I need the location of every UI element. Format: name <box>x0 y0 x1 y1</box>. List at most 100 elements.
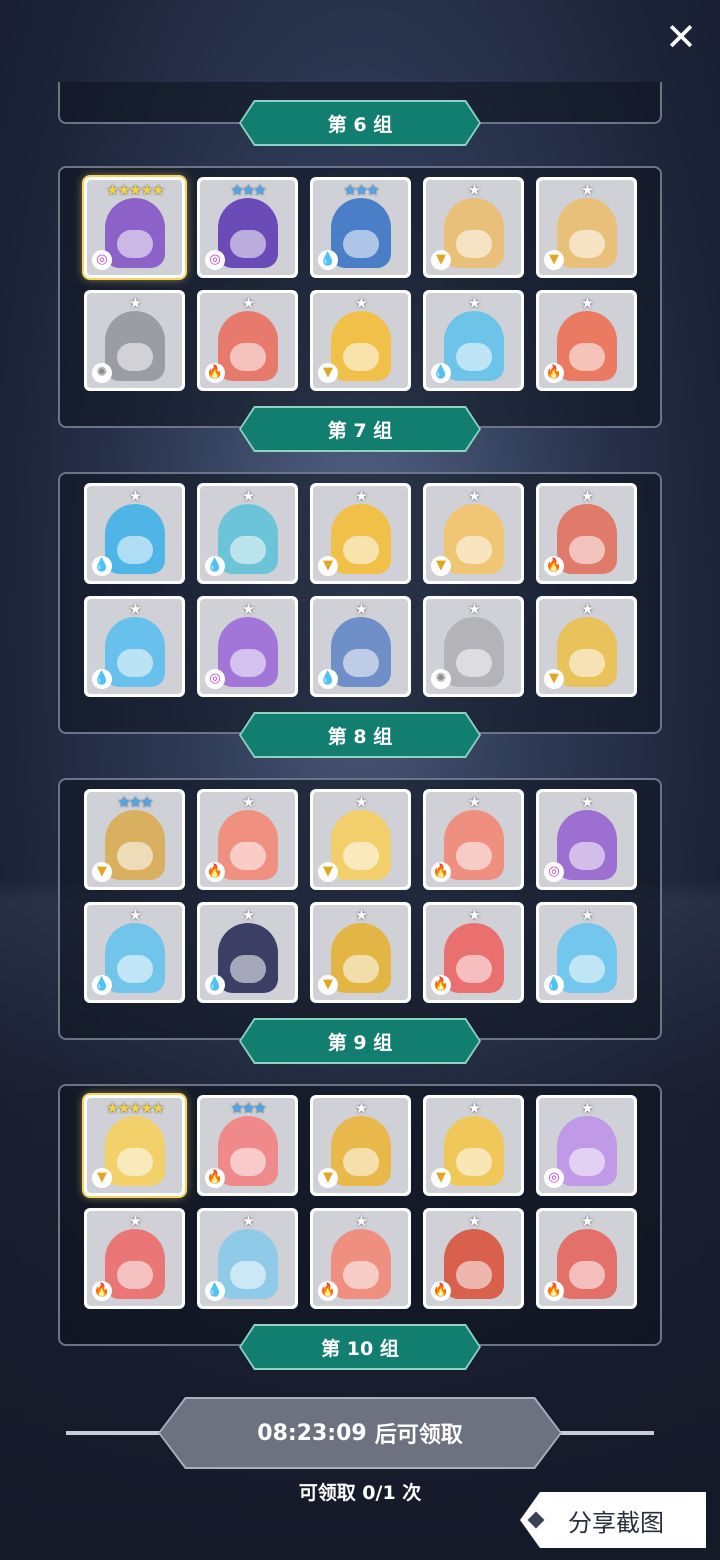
star-rating-icon: ★ <box>467 1099 481 1117</box>
hero-card[interactable]: ★ 💧 <box>84 483 185 584</box>
hero-card[interactable]: ★ 🔥 <box>536 483 637 584</box>
wind-element-icon: ▼ <box>431 250 451 270</box>
hero-card[interactable]: ★ 💧 <box>310 596 411 697</box>
hero-face <box>456 536 492 564</box>
hero-face <box>230 842 266 870</box>
star-rating-icon: ★ <box>580 906 594 924</box>
group-label-banner: 第 9 组 <box>241 1020 479 1062</box>
group-label-banner: 第 10 组 <box>241 1326 479 1368</box>
hero-card[interactable]: ★ ▼ <box>310 902 411 1003</box>
dark-element-icon: ◎ <box>92 250 112 270</box>
fire-element-icon: 🔥 <box>205 1168 225 1188</box>
close-icon[interactable]: ✕ <box>658 14 704 60</box>
hero-face <box>117 230 153 258</box>
hero-portrait-frame: ★ 🔥 <box>200 293 295 388</box>
claim-timer-button[interactable]: 08:23:09 后可领取 <box>160 1399 560 1467</box>
star-rating-icon: ★★★★★ <box>105 1099 165 1117</box>
hero-card[interactable]: ★★★ ▼ <box>84 789 185 890</box>
share-screenshot-button[interactable]: 分享截图 <box>520 1492 706 1548</box>
hero-face <box>117 1148 153 1176</box>
hero-card[interactable]: ★ 🔥 <box>197 789 298 890</box>
star-rating-icon: ★ <box>241 294 255 312</box>
hero-card[interactable]: ★ ◎ <box>197 596 298 697</box>
hero-card[interactable]: ★ ◎ <box>536 789 637 890</box>
hero-face <box>569 343 605 371</box>
hero-card[interactable]: ★ ✺ <box>423 596 524 697</box>
hero-portrait-frame: ★ 💧 <box>87 905 182 1000</box>
hero-card[interactable]: ★ 🔥 <box>423 902 524 1003</box>
hero-face <box>343 1148 379 1176</box>
hero-portrait-frame: ★ ▼ <box>313 905 408 1000</box>
hero-group-list[interactable]: 第 6 组 ★★★★★ ◎ ★★★ ◎ ★★★ 💧 ★ ▼ ★ ▼ ★ ✺ ★ 🔥 ★ ▼ ★ 💧 ★ 🔥 第 7 组 ★… <box>0 82 720 1376</box>
hero-portrait-frame: ★ 💧 <box>313 599 408 694</box>
hero-card[interactable]: ★★★ 💧 <box>310 177 411 278</box>
hero-face <box>343 343 379 371</box>
hero-card[interactable]: ★ 🔥 <box>536 1208 637 1309</box>
wind-element-icon: ▼ <box>92 862 112 882</box>
hero-card[interactable]: ★★★★★ ◎ <box>84 177 185 278</box>
countdown-suffix: 后可领取 <box>374 1423 463 1448</box>
hero-card[interactable]: ★ ▼ <box>310 483 411 584</box>
hero-card[interactable]: ★ ▼ <box>310 789 411 890</box>
group-6-label: 第 6 组 <box>241 102 479 144</box>
hero-card[interactable]: ★★★ 🔥 <box>197 1095 298 1196</box>
star-rating-icon: ★ <box>467 793 481 811</box>
hero-card[interactable]: ★ 🔥 <box>197 290 298 391</box>
hero-card[interactable]: ★ 💧 <box>197 902 298 1003</box>
hero-card[interactable]: ★ ◎ <box>536 1095 637 1196</box>
water-element-icon: 💧 <box>318 250 338 270</box>
hero-card[interactable]: ★ ▼ <box>310 1095 411 1196</box>
hero-card[interactable]: ★ 💧 <box>197 1208 298 1309</box>
hero-card[interactable]: ★ ▼ <box>423 1095 524 1196</box>
hero-portrait-frame: ★ 💧 <box>87 486 182 581</box>
hero-card[interactable]: ★ 💧 <box>84 902 185 1003</box>
fire-element-icon: 🔥 <box>205 862 225 882</box>
hero-card[interactable]: ★ 🔥 <box>310 1208 411 1309</box>
hero-card[interactable]: ★ ▼ <box>536 177 637 278</box>
light-element-icon: ✺ <box>92 363 112 383</box>
star-rating-icon: ★ <box>580 1099 594 1117</box>
hero-card[interactable]: ★★★★★ ▼ <box>84 1095 185 1196</box>
hero-card[interactable]: ★ ▼ <box>310 290 411 391</box>
hero-portrait-frame: ★ ◎ <box>539 792 634 887</box>
star-rating-icon: ★ <box>241 906 255 924</box>
star-rating-icon: ★★★★★ <box>105 181 165 199</box>
hero-card[interactable]: ★ 💧 <box>84 596 185 697</box>
hero-portrait-frame: ★ ▼ <box>313 792 408 887</box>
timer-left-line <box>66 1431 166 1435</box>
hero-card[interactable]: ★ ✺ <box>84 290 185 391</box>
hero-portrait-frame: ★ ✺ <box>87 293 182 388</box>
fire-element-icon: 🔥 <box>544 1281 564 1301</box>
hero-card[interactable]: ★ ▼ <box>423 483 524 584</box>
hero-portrait-frame: ★ ▼ <box>313 486 408 581</box>
hero-card[interactable]: ★★★ ◎ <box>197 177 298 278</box>
fire-element-icon: 🔥 <box>544 363 564 383</box>
hero-card[interactable]: ★ 🔥 <box>423 1208 524 1309</box>
group-label-banner: 第 8 组 <box>241 714 479 756</box>
hero-face <box>117 649 153 677</box>
dark-element-icon: ◎ <box>205 669 225 689</box>
star-rating-icon: ★ <box>354 1212 368 1230</box>
hero-portrait-frame: ★ ▼ <box>539 599 634 694</box>
hero-face <box>343 230 379 258</box>
hero-face <box>230 955 266 983</box>
hero-card[interactable]: ★ 💧 <box>536 902 637 1003</box>
hero-face <box>569 230 605 258</box>
star-rating-icon: ★ <box>580 1212 594 1230</box>
hero-card[interactable]: ★ 🔥 <box>84 1208 185 1309</box>
hero-portrait-frame: ★ 🔥 <box>313 1211 408 1306</box>
hero-card[interactable]: ★ 🔥 <box>536 290 637 391</box>
hero-face <box>456 230 492 258</box>
hero-face <box>230 1261 266 1289</box>
hero-face <box>343 1261 379 1289</box>
hero-face <box>230 649 266 677</box>
hero-card[interactable]: ★ 💧 <box>423 290 524 391</box>
hero-card[interactable]: ★ 💧 <box>197 483 298 584</box>
hero-portrait-frame: ★ ✺ <box>426 599 521 694</box>
star-rating-icon: ★ <box>467 906 481 924</box>
star-rating-icon: ★ <box>128 487 142 505</box>
hero-card[interactable]: ★ ▼ <box>536 596 637 697</box>
hero-card[interactable]: ★ ▼ <box>423 177 524 278</box>
hero-card[interactable]: ★ 🔥 <box>423 789 524 890</box>
dark-element-icon: ◎ <box>544 862 564 882</box>
